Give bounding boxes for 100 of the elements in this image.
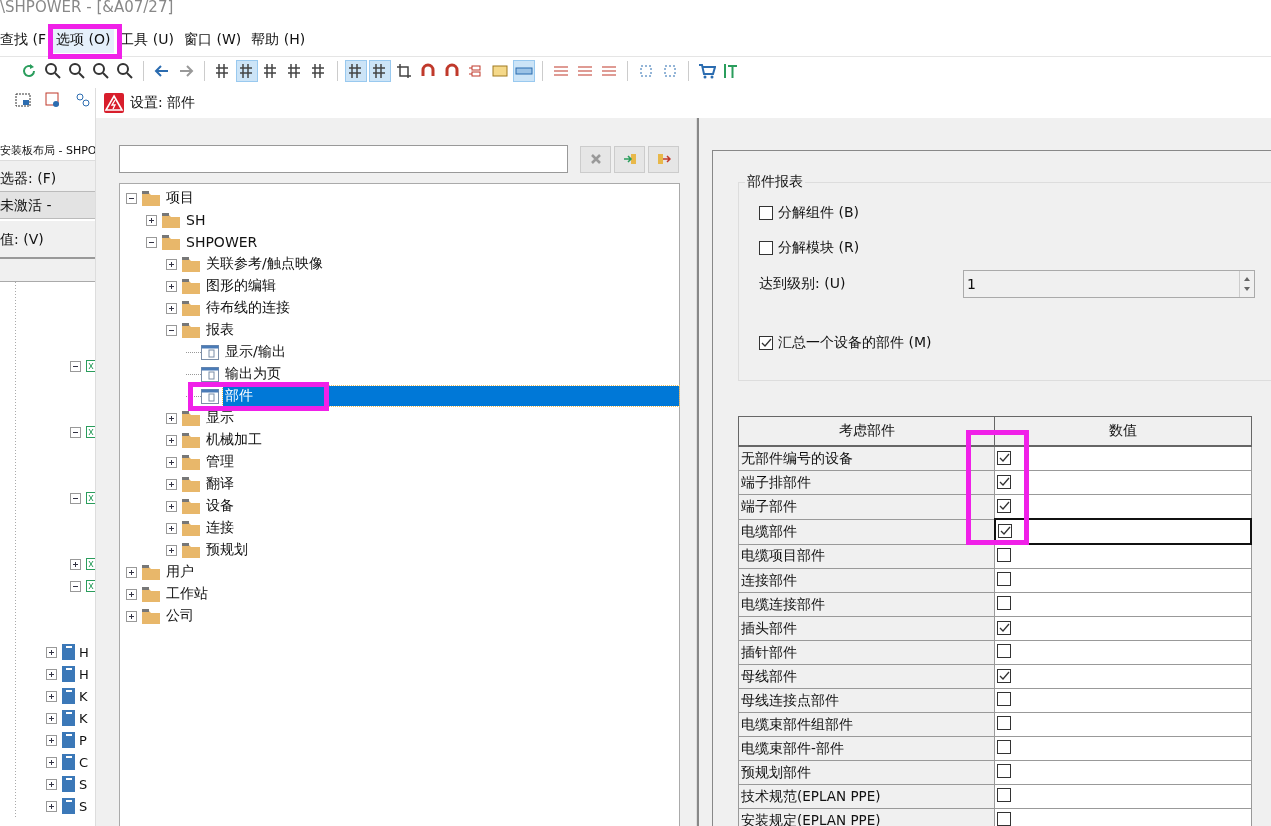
collapse-icon[interactable] [126,192,137,204]
value-cell[interactable] [994,784,1251,809]
expand-icon[interactable] [46,712,57,724]
checkbox[interactable] [997,716,1012,730]
tree-item[interactable]: 部件 [223,386,679,406]
tree-item[interactable]: 待布线的连接 [204,298,292,318]
expand-icon[interactable] [166,544,177,556]
expand-icon[interactable] [126,610,137,622]
value-cell[interactable] [994,664,1251,689]
level-spinner[interactable]: 1 [963,270,1255,298]
checkbox[interactable] [997,764,1012,778]
search-field[interactable] [119,145,568,173]
tree-item[interactable]: H [79,666,89,682]
expand-icon[interactable] [166,258,177,270]
tree-item[interactable]: 工作站 [164,584,210,604]
checkbox[interactable] [997,596,1012,610]
checkbox[interactable] [759,205,773,220]
value-field[interactable] [0,259,95,282]
tree-item[interactable]: 关联参考/触点映像 [204,254,325,274]
option-checkbox[interactable]: 分解组件 (B) [759,195,1271,230]
tree-item[interactable]: 显示 [204,408,236,428]
column-header[interactable]: 考虑部件 [738,416,995,446]
grid-icon[interactable] [345,60,367,82]
checkbox[interactable] [997,474,1012,489]
expand-icon[interactable] [46,646,57,658]
checkbox[interactable] [997,523,1012,538]
checkbox[interactable] [997,668,1012,683]
grid-icon[interactable] [236,60,258,82]
value-cell[interactable] [994,640,1251,665]
checkbox[interactable] [997,548,1012,562]
collapse-icon[interactable] [70,426,81,438]
expand-icon[interactable] [166,412,177,424]
tree-item[interactable]: C [79,754,89,770]
tree-item[interactable]: SH [184,211,208,229]
collapse-icon[interactable] [70,492,81,504]
menu-item[interactable]: 窗口 (W) [180,27,246,53]
tree-item[interactable]: 公司 [164,606,196,626]
value-cell[interactable] [994,519,1251,544]
expand-icon[interactable] [166,522,177,534]
checkbox[interactable] [997,498,1012,513]
expand-icon[interactable] [166,434,177,446]
checkbox[interactable] [997,644,1012,658]
tree-item[interactable]: 预规划 [204,540,250,560]
value-cell[interactable] [994,592,1251,617]
column-header[interactable]: 数值 [994,416,1251,446]
tree-item[interactable]: SHPOWER [184,233,260,251]
export-button[interactable] [648,145,679,173]
value-cell[interactable] [994,568,1251,593]
grid-icon[interactable] [369,60,391,82]
expand-icon[interactable] [46,690,57,702]
collapse-icon[interactable] [70,360,81,372]
expand-icon[interactable] [166,500,177,512]
option-checkbox[interactable]: 分解模块 (R) [759,230,1271,265]
value-cell[interactable] [994,544,1251,569]
checkbox[interactable] [759,335,773,350]
value-cell[interactable] [994,712,1251,737]
expand-icon[interactable] [46,800,57,812]
checkbox[interactable] [997,620,1012,635]
tree-item[interactable]: S [79,798,88,814]
tree-item[interactable]: S [79,776,88,792]
expand-icon[interactable] [166,478,177,490]
filter-field[interactable]: 未激活 - [0,191,95,219]
collapse-icon[interactable] [70,580,81,592]
tree-item[interactable]: 项目 [164,188,196,208]
menu-item[interactable]: 帮助 (H) [247,27,310,53]
expand-icon[interactable] [166,456,177,468]
checkbox[interactable] [997,812,1012,826]
tree-item[interactable]: 连接 [204,518,236,538]
tree-item[interactable]: 显示/输出 [223,342,288,362]
tree-item[interactable]: 机械加工 [204,430,264,450]
expand-icon[interactable] [146,214,157,226]
value-cell[interactable] [994,760,1251,785]
tree-item[interactable]: K [79,688,88,704]
expand-icon[interactable] [166,280,177,292]
expand-icon[interactable] [46,668,57,680]
menu-item[interactable]: 查找 (F [0,27,50,53]
summary-checkbox[interactable]: 汇总一个设备的部件 (M) [759,325,1271,360]
checkbox[interactable] [997,788,1012,802]
collapse-icon[interactable] [166,324,177,336]
value-cell[interactable] [994,736,1251,761]
expand-icon[interactable] [46,756,57,768]
checkbox[interactable] [997,692,1012,706]
expand-icon[interactable] [126,588,137,600]
expand-icon[interactable] [46,734,57,746]
tree-item[interactable]: 管理 [204,452,236,472]
checkbox[interactable] [997,572,1012,586]
collapse-icon[interactable] [146,236,157,248]
tree-item[interactable]: 输出为页 [223,364,283,384]
value-cell[interactable] [994,616,1251,641]
tree-item[interactable]: 图形的编辑 [204,276,278,296]
tree-item[interactable]: K [79,710,88,726]
tree-item[interactable]: P [79,732,87,748]
tree-item[interactable]: H [79,644,89,660]
expand-icon[interactable] [46,778,57,790]
tree-item[interactable]: 用户 [164,562,196,582]
expand-icon[interactable] [166,302,177,314]
expand-icon[interactable] [126,566,137,578]
expand-icon[interactable] [70,558,81,570]
checkbox[interactable] [997,740,1012,754]
tree-item[interactable]: 翻译 [204,474,236,494]
